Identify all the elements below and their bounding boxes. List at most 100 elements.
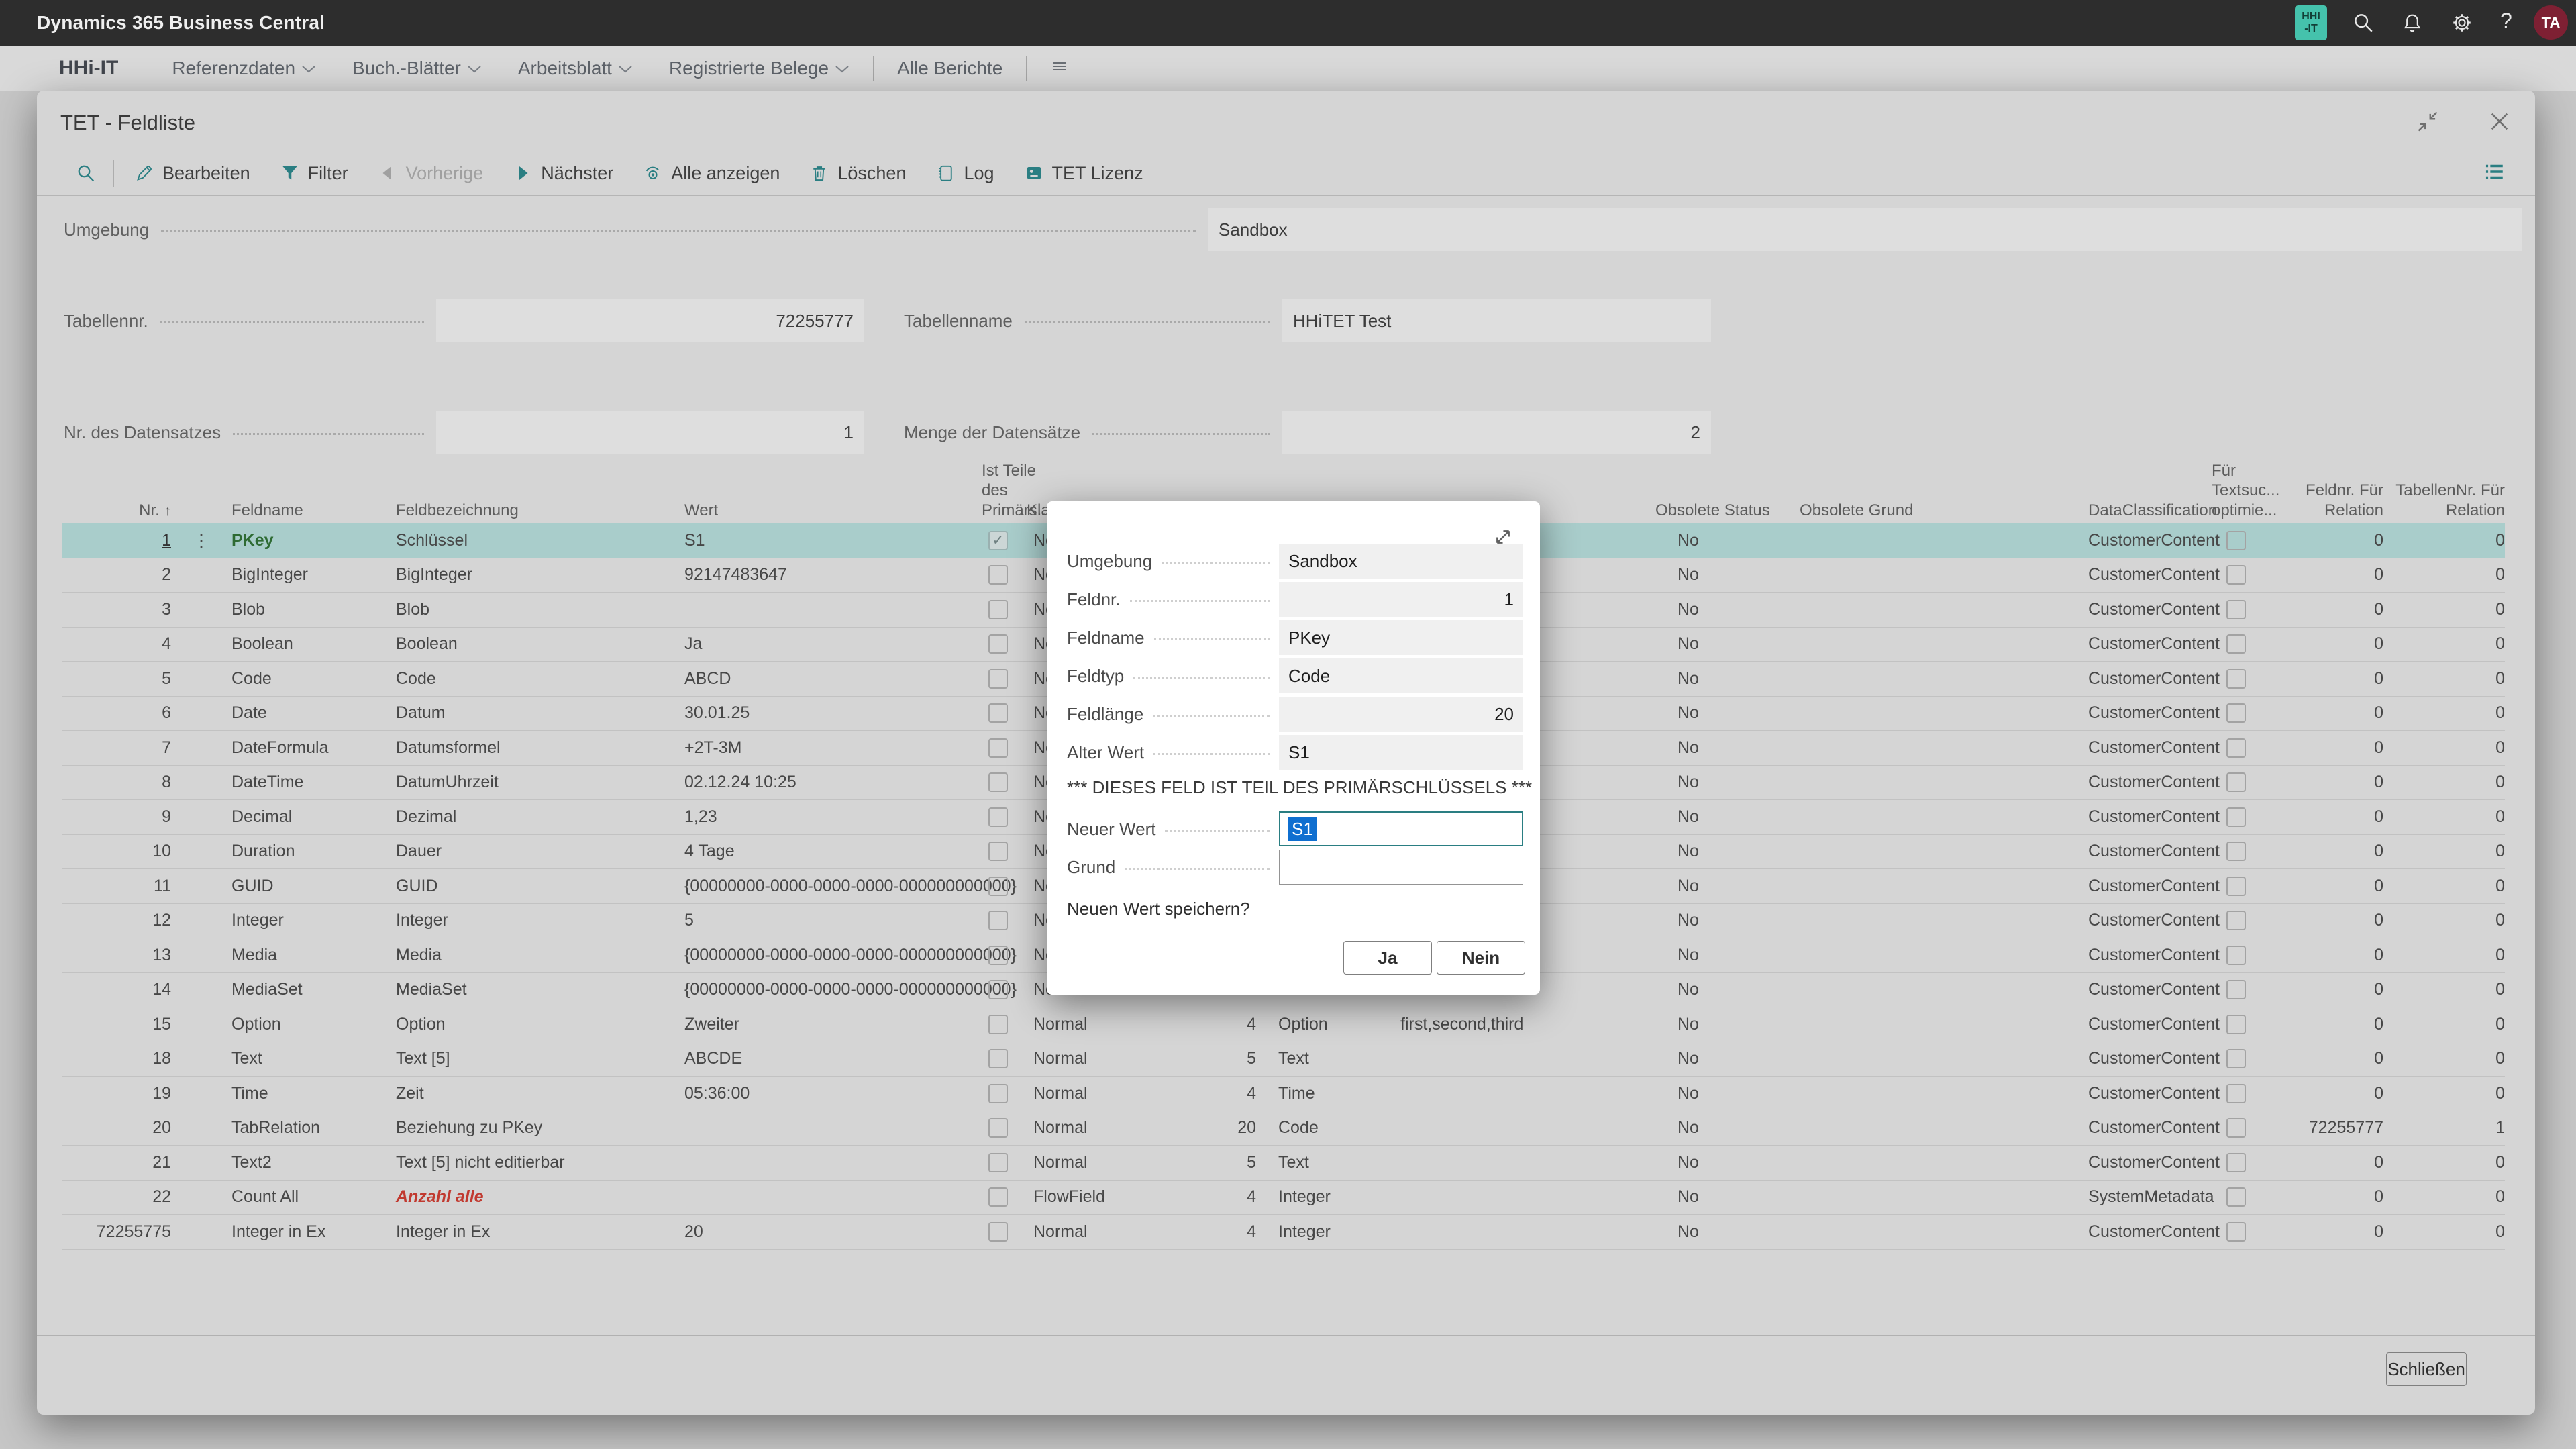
primary-key-checkbox[interactable] <box>988 911 1008 930</box>
row-nr[interactable]: 2 <box>162 565 171 584</box>
nav-home[interactable]: HHi-IT <box>59 57 118 80</box>
text-search-checkbox[interactable] <box>2226 738 2246 758</box>
text-search-checkbox[interactable] <box>2226 1222 2246 1242</box>
primary-key-checkbox[interactable]: ✓ <box>988 531 1008 550</box>
primary-key-checkbox[interactable] <box>988 807 1008 827</box>
primary-key-checkbox[interactable] <box>988 600 1008 619</box>
text-search-checkbox[interactable] <box>2226 565 2246 585</box>
table-row[interactable]: 21Text2Text [5] nicht editierbarNormal5T… <box>62 1146 2505 1181</box>
primary-key-checkbox[interactable] <box>988 1187 1008 1207</box>
col-header-feldbezeichnung[interactable]: Feldbezeichnung <box>396 501 684 526</box>
avatar[interactable]: TA <box>2534 5 2568 40</box>
settings-gear-icon[interactable] <box>2451 11 2473 34</box>
restore-window-icon[interactable] <box>2416 109 2440 134</box>
text-search-checkbox[interactable] <box>2226 772 2246 792</box>
primary-key-checkbox[interactable] <box>988 1153 1008 1172</box>
col-header-obsolete_grund[interactable]: Obsolete Grund <box>1800 501 2088 526</box>
primary-key-checkbox[interactable] <box>988 565 1008 585</box>
search-icon[interactable] <box>2352 11 2375 34</box>
primary-key-checkbox[interactable] <box>988 1049 1008 1068</box>
row-nr[interactable]: 22 <box>152 1187 171 1206</box>
row-nr[interactable]: 12 <box>152 911 171 930</box>
grund-input[interactable] <box>1279 850 1523 885</box>
primary-key-checkbox[interactable] <box>988 1084 1008 1103</box>
primary-key-checkbox[interactable] <box>988 946 1008 965</box>
toolbar-bearbeiten[interactable]: Bearbeiten <box>134 163 250 184</box>
text-search-checkbox[interactable] <box>2226 1049 2246 1068</box>
nav-more-icon[interactable] <box>1049 56 1070 80</box>
primary-key-checkbox[interactable] <box>988 703 1008 723</box>
no-button[interactable]: Nein <box>1437 941 1525 975</box>
primary-key-checkbox[interactable] <box>988 738 1008 758</box>
toolbar-log[interactable]: Log <box>935 163 994 184</box>
text-search-checkbox[interactable] <box>2226 703 2246 723</box>
col-header-obsolete_status[interactable]: Obsolete Status <box>1655 501 1800 526</box>
text-search-checkbox[interactable] <box>2226 807 2246 827</box>
row-nr[interactable]: 8 <box>162 772 171 791</box>
table-row[interactable]: 18TextText [5]ABCDENormal5TextNoCustomer… <box>62 1042 2505 1077</box>
toolbar-tet-lizenz[interactable]: TET Lizenz <box>1024 163 1143 184</box>
col-header-dataclassification[interactable]: DataClassification <box>2088 501 2209 526</box>
nav-menu-referenzdaten[interactable]: Referenzdaten <box>172 58 316 79</box>
primary-key-checkbox[interactable] <box>988 669 1008 689</box>
primary-key-checkbox[interactable] <box>988 1015 1008 1034</box>
text-search-checkbox[interactable] <box>2226 842 2246 861</box>
col-header-tabellennr_rel[interactable]: TabellenNr. FürRelation <box>2383 481 2505 526</box>
text-search-checkbox[interactable] <box>2226 531 2246 550</box>
primary-key-checkbox[interactable] <box>988 980 1008 999</box>
toolbar-filter[interactable]: Filter <box>280 163 348 184</box>
row-nr[interactable]: 9 <box>162 807 171 826</box>
text-search-checkbox[interactable] <box>2226 1153 2246 1172</box>
nav-menu-buch-blätter[interactable]: Buch.-Blätter <box>352 58 482 79</box>
table-row[interactable]: 15OptionOptionZweiterNormal4Optionfirst,… <box>62 1007 2505 1042</box>
text-search-checkbox[interactable] <box>2226 600 2246 619</box>
tenant-badge[interactable]: HHI -IT <box>2295 5 2327 40</box>
text-search-checkbox[interactable] <box>2226 1015 2246 1034</box>
toolbar-nächster[interactable]: Nächster <box>513 163 613 184</box>
row-nr[interactable]: 21 <box>152 1153 171 1172</box>
toolbar-alle-anzeigen[interactable]: Alle anzeigen <box>643 163 780 184</box>
close-button[interactable]: Schließen <box>2386 1352 2467 1386</box>
nav-menu-registrierte-belege[interactable]: Registrierte Belege <box>669 58 849 79</box>
text-search-checkbox[interactable] <box>2226 1118 2246 1138</box>
nav-item-alle-berichte[interactable]: Alle Berichte <box>897 58 1002 79</box>
text-search-checkbox[interactable] <box>2226 877 2246 896</box>
row-nr[interactable]: 4 <box>162 634 171 653</box>
toolbar-löschen[interactable]: Löschen <box>809 163 906 184</box>
row-nr[interactable]: 72255775 <box>97 1222 171 1241</box>
nav-menu-arbeitsblatt[interactable]: Arbeitsblatt <box>518 58 633 79</box>
table-row[interactable]: 19TimeZeit05:36:00Normal4TimeNoCustomerC… <box>62 1077 2505 1111</box>
row-nr[interactable]: 10 <box>152 842 171 860</box>
primary-key-checkbox[interactable] <box>988 1118 1008 1138</box>
primary-key-checkbox[interactable] <box>988 634 1008 654</box>
col-header-feldnr_rel[interactable]: Feldnr. FürRelation <box>2263 481 2383 526</box>
row-nr[interactable]: 18 <box>152 1049 171 1068</box>
col-header-textsuche[interactable]: FürTextsuc...optimie... <box>2209 461 2263 526</box>
row-nr[interactable]: 3 <box>162 600 171 619</box>
row-nr[interactable]: 13 <box>152 946 171 964</box>
row-nr[interactable]: 19 <box>152 1084 171 1103</box>
primary-key-checkbox[interactable] <box>988 877 1008 896</box>
row-nr[interactable]: 15 <box>152 1015 171 1034</box>
table-row[interactable]: 22Count AllAnzahl alleFlowField4IntegerN… <box>62 1181 2505 1215</box>
text-search-checkbox[interactable] <box>2226 669 2246 689</box>
text-search-checkbox[interactable] <box>2226 911 2246 930</box>
primary-key-checkbox[interactable] <box>988 772 1008 792</box>
close-window-icon[interactable] <box>2487 109 2512 134</box>
notifications-bell-icon[interactable] <box>2401 11 2424 34</box>
col-header-pk[interactable]: Ist TeiledesPrimärs... <box>970 461 1027 526</box>
neuer-wert-input[interactable]: S1 <box>1279 811 1523 846</box>
primary-key-checkbox[interactable] <box>988 1222 1008 1242</box>
col-header-feldname[interactable]: Feldname <box>231 501 396 526</box>
row-nr[interactable]: 7 <box>162 738 171 757</box>
col-header-wert[interactable]: Wert <box>684 501 970 526</box>
row-nr[interactable]: 1 <box>162 531 171 550</box>
table-row[interactable]: 20TabRelationBeziehung zu PKeyNormal20Co… <box>62 1111 2505 1146</box>
row-nr[interactable]: 6 <box>162 703 171 722</box>
row-menu-icon[interactable]: ⋮ <box>193 530 210 550</box>
help-icon[interactable]: ? <box>2500 9 2512 34</box>
col-header-nr[interactable]: Nr. ↑ <box>62 501 171 526</box>
view-options-icon[interactable] <box>2483 160 2506 183</box>
text-search-checkbox[interactable] <box>2226 946 2246 965</box>
table-row[interactable]: 72255775Integer in ExInteger in Ex20Norm… <box>62 1215 2505 1250</box>
